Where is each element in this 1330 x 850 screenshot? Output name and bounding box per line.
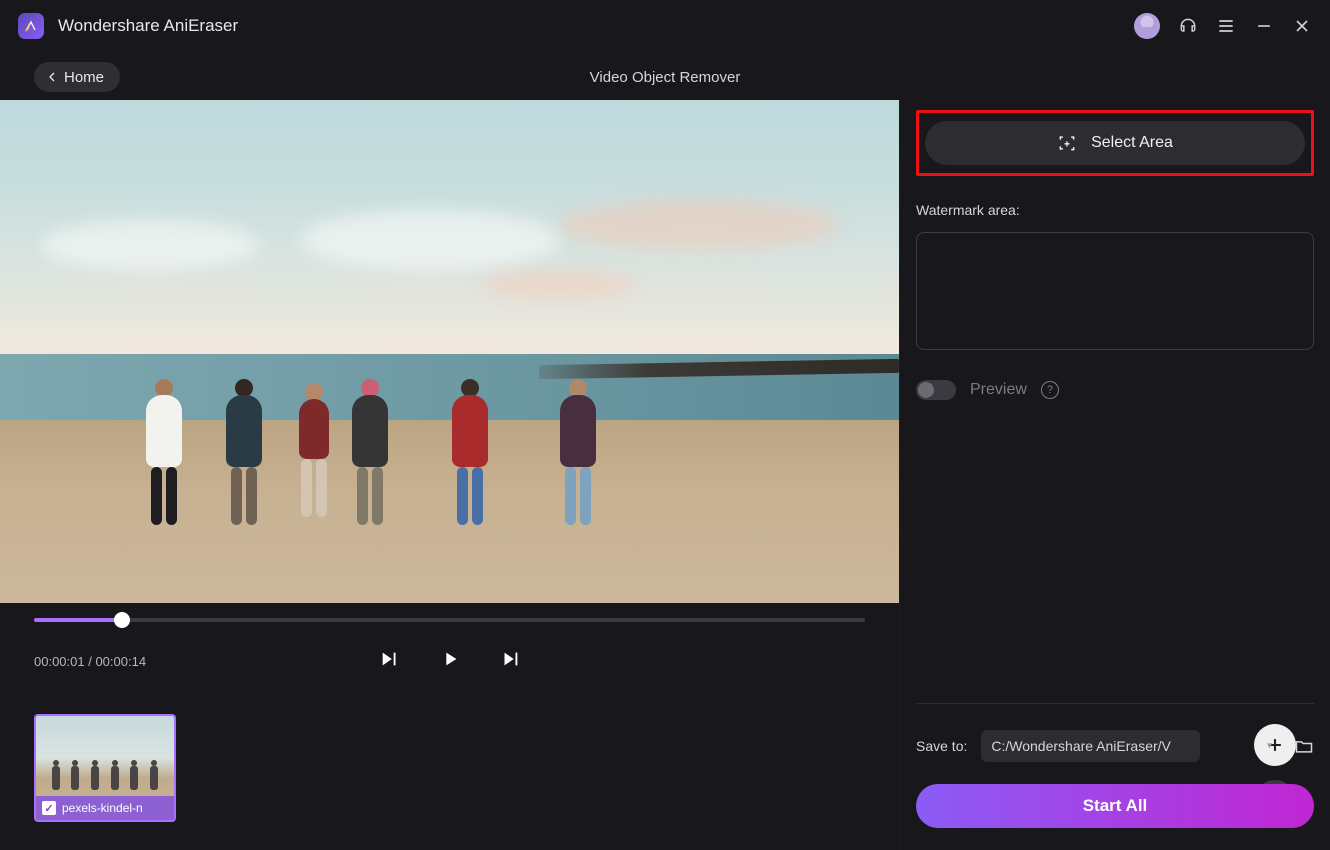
preview-toggle[interactable] bbox=[916, 380, 956, 400]
select-area-highlight: Select Area bbox=[916, 110, 1314, 176]
titlebar-right bbox=[1134, 13, 1312, 39]
home-button[interactable]: Home bbox=[34, 62, 120, 92]
timecode: 00:00:01 / 00:00:14 bbox=[34, 654, 146, 669]
thumbnail-item[interactable]: ✓ pexels-kindel-n bbox=[34, 714, 176, 822]
preview-row: Preview ? bbox=[916, 380, 1314, 400]
avatar[interactable] bbox=[1134, 13, 1160, 39]
selection-icon bbox=[1057, 133, 1077, 153]
main: 00:00:01 / 00:00:14 bbox=[0, 100, 1330, 850]
video-frame bbox=[0, 100, 899, 603]
previous-button[interactable] bbox=[379, 648, 401, 675]
select-area-label: Select Area bbox=[1091, 134, 1173, 152]
preview-label: Preview bbox=[970, 381, 1027, 399]
chevron-left-icon bbox=[44, 69, 60, 85]
chevron-down-icon: ▾ bbox=[1267, 741, 1272, 752]
start-all-button[interactable]: Start All bbox=[916, 784, 1314, 828]
transport-buttons bbox=[379, 648, 521, 675]
app-logo bbox=[18, 13, 44, 39]
progress-slider[interactable] bbox=[34, 618, 865, 622]
subheader: Home Video Object Remover bbox=[0, 52, 1330, 102]
select-area-button[interactable]: Select Area bbox=[925, 121, 1305, 165]
logo-glyph-icon bbox=[23, 18, 39, 34]
playback-controls: 00:00:01 / 00:00:14 bbox=[0, 603, 899, 676]
home-label: Home bbox=[64, 69, 104, 86]
help-icon[interactable]: ? bbox=[1041, 381, 1059, 399]
page-title: Video Object Remover bbox=[590, 69, 741, 86]
menu-icon[interactable] bbox=[1216, 16, 1236, 36]
close-icon[interactable] bbox=[1292, 16, 1312, 36]
watermark-area-box bbox=[916, 232, 1314, 350]
video-preview[interactable] bbox=[0, 100, 899, 603]
left-pane: 00:00:01 / 00:00:14 bbox=[0, 100, 899, 850]
watermark-label: Watermark area: bbox=[916, 202, 1314, 218]
minimize-icon[interactable] bbox=[1254, 16, 1274, 36]
right-panel: Select Area Watermark area: Preview ? Sa… bbox=[899, 100, 1330, 850]
play-button[interactable] bbox=[439, 648, 461, 675]
divider bbox=[916, 703, 1314, 704]
app-title: Wondershare AniEraser bbox=[58, 16, 238, 36]
thumbnail-filename: pexels-kindel-n bbox=[62, 801, 143, 815]
save-path-input[interactable] bbox=[981, 730, 1200, 762]
folder-icon[interactable] bbox=[1294, 736, 1314, 756]
titlebar: Wondershare AniEraser bbox=[0, 0, 1330, 52]
start-all-label: Start All bbox=[1083, 796, 1148, 815]
next-button[interactable] bbox=[499, 648, 521, 675]
save-label: Save to: bbox=[916, 738, 967, 754]
progress-knob[interactable] bbox=[114, 612, 130, 628]
support-icon[interactable] bbox=[1178, 16, 1198, 36]
thumbnail-checkbox[interactable]: ✓ bbox=[42, 801, 56, 815]
save-row: Save to: ▾ bbox=[916, 730, 1314, 762]
